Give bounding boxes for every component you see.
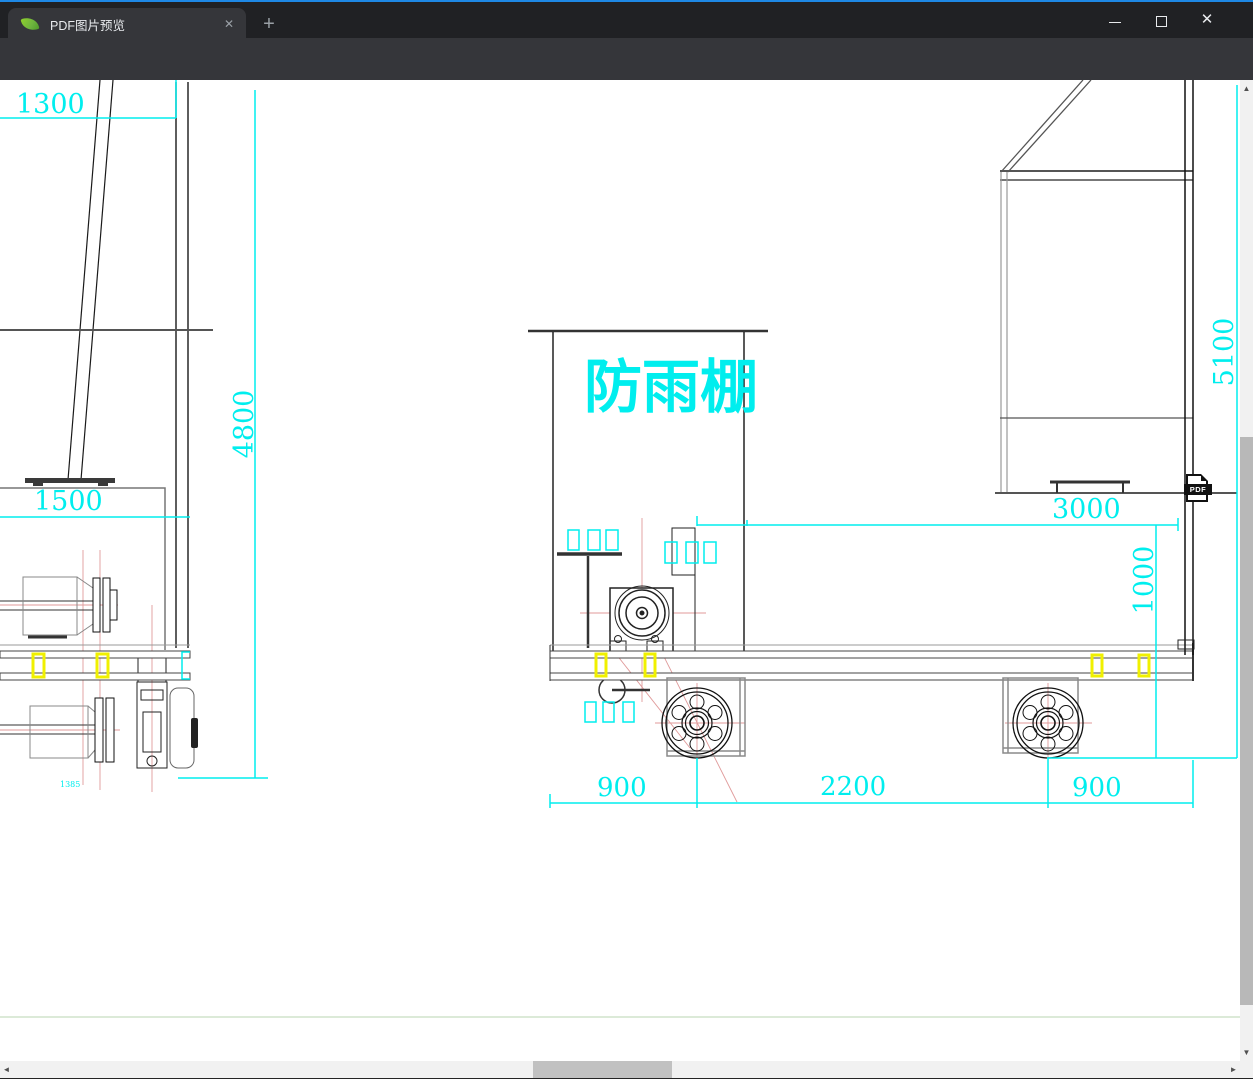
dim-label-1385: 1385 <box>60 780 81 789</box>
titlebar: PDF图片预览 ✕ + ✕ <box>0 2 1253 40</box>
dim-label-1000: 1000 <box>1129 545 1160 615</box>
minimize-icon <box>1109 22 1121 23</box>
dim-label-4800: 4800 <box>229 389 260 459</box>
rain-shelter-label: 防雨棚 <box>584 353 759 421</box>
dim-label-1500: 1500 <box>34 486 103 517</box>
folded-corner <box>1201 474 1208 481</box>
horizontal-scroll-thumb[interactable] <box>533 1061 672 1078</box>
maximize-icon <box>1155 16 1167 27</box>
browser-tab[interactable]: PDF图片预览 ✕ <box>8 8 246 40</box>
scroll-up-icon[interactable]: ▲ <box>1240 80 1253 97</box>
browser-window: PDF图片预览 ✕ + ✕ localhost:8012/onlinePrevi… <box>0 0 1253 1079</box>
dim-label-2200: 2200 <box>820 772 887 802</box>
dim-label-1300: 1300 <box>16 89 85 120</box>
scroll-down-icon[interactable]: ▼ <box>1240 1044 1253 1061</box>
close-button[interactable]: ✕ <box>1184 4 1230 38</box>
scroll-right-icon[interactable]: ► <box>1227 1061 1240 1078</box>
cad-line-drawing <box>0 80 1240 1018</box>
maximize-button[interactable] <box>1138 4 1184 38</box>
scrollbar-corner <box>1240 1061 1253 1078</box>
dim-label-5100: 5100 <box>1209 317 1240 387</box>
dim-label-900-left: 900 <box>597 773 647 803</box>
dim-label-3000: 3000 <box>1052 494 1121 525</box>
pdf-icon[interactable]: PDF <box>1184 474 1212 502</box>
vertical-scrollbar[interactable]: ▲ ▼ <box>1240 80 1253 1061</box>
minimize-button[interactable] <box>1092 4 1138 38</box>
centerlines <box>0 518 1092 803</box>
wheel-brackets <box>666 677 1079 757</box>
dim-label-900-right: 900 <box>1072 773 1122 803</box>
vertical-scroll-thumb[interactable] <box>1240 437 1253 1005</box>
scroll-left-icon[interactable]: ◄ <box>0 1061 13 1078</box>
spring-leaf-favicon <box>20 15 40 33</box>
horizontal-scrollbar[interactable]: ◄ ► <box>0 1061 1240 1078</box>
tab-title: PDF图片预览 <box>50 18 126 33</box>
right-view <box>995 80 1237 655</box>
pdf-badge: PDF <box>1184 484 1212 495</box>
dwg-preview-canvas: 1300 1500 4800 5100 3000 1000 900 2200 9… <box>0 80 1240 1061</box>
browser-toolbar: localhost:8012/onlinePreview?url=http%3A… <box>0 38 1253 115</box>
tab-close-icon[interactable]: ✕ <box>218 17 240 31</box>
new-tab-button[interactable]: + <box>256 12 282 38</box>
